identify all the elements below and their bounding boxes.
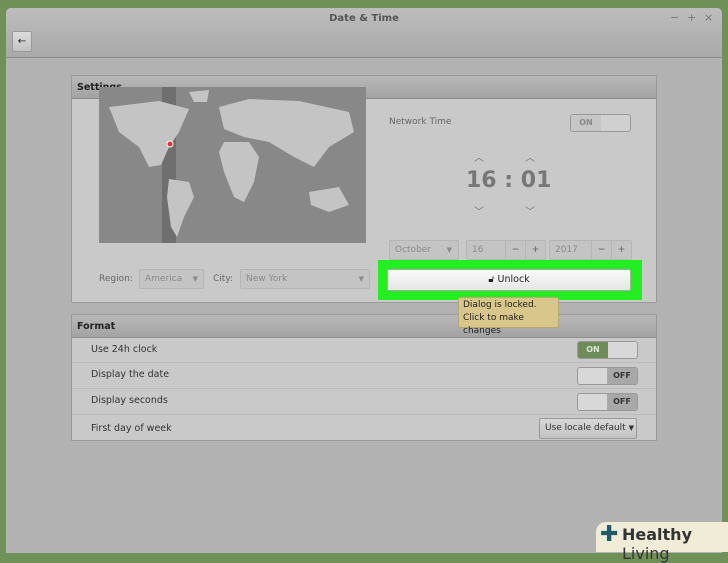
row-label: Display seconds — [91, 395, 168, 406]
toggle-state: OFF — [607, 368, 637, 384]
back-arrow-icon: ← — [17, 36, 27, 47]
chevron-down-icon: ▼ — [192, 275, 198, 283]
tooltip-line: Click to make changes — [463, 313, 524, 336]
hour-up-icon[interactable]: ︿ — [474, 149, 484, 164]
city-label: City: — [213, 274, 234, 284]
day-spinner[interactable]: 16 − + — [466, 240, 546, 260]
day-value: 16 — [472, 245, 484, 255]
year-minus-button[interactable]: − — [591, 241, 611, 259]
watermark: ✚ Healthy Living — [596, 522, 728, 563]
region-select[interactable]: America ▼ — [139, 269, 204, 289]
chevron-down-icon: ▼ — [628, 424, 634, 432]
unlock-label: Unlock — [497, 274, 530, 285]
display-date-row: Display the date OFF — [72, 362, 656, 388]
format-panel: Format Use 24h clock ON Display the date… — [71, 314, 657, 441]
location-marker-icon — [166, 140, 174, 148]
close-button[interactable]: × — [704, 11, 713, 24]
hour-value: 16 — [466, 168, 497, 193]
chevron-down-icon: ▼ — [358, 275, 364, 283]
lock-icon: 🔓︎ — [488, 274, 495, 285]
window-title: Date & Time — [329, 13, 399, 24]
minute-value: 01 — [520, 168, 552, 193]
timezone-map[interactable] — [99, 87, 366, 243]
time-separator: : — [504, 168, 514, 193]
minute-down-icon[interactable]: ﹀ — [525, 203, 535, 218]
display-seconds-row: Display seconds OFF — [72, 388, 656, 414]
toggle-state: ON — [571, 115, 601, 131]
locked-tooltip: Dialog is locked. Click to make changes — [458, 297, 559, 336]
brand-name-2: Living — [622, 544, 670, 563]
brand-name: Healthy — [622, 525, 692, 544]
region-value: America — [145, 274, 183, 284]
plus-logo-icon: ✚ — [600, 522, 619, 547]
row-label: Use 24h clock — [91, 344, 158, 355]
unlock-button[interactable]: 🔓︎ Unlock — [387, 269, 631, 291]
year-plus-button[interactable]: + — [611, 241, 631, 259]
time-display: 16 : 01 — [466, 168, 551, 193]
tooltip-line: Dialog is locked. — [463, 300, 537, 310]
use-24h-toggle[interactable]: ON — [577, 341, 638, 359]
city-select[interactable]: New York ▼ — [240, 269, 370, 289]
display-seconds-toggle[interactable]: OFF — [577, 393, 638, 411]
network-time-label: Network Time — [389, 117, 452, 127]
first-day-value: Use locale default — [545, 423, 626, 433]
row-label: Display the date — [91, 369, 170, 380]
maximize-button[interactable]: + — [687, 11, 696, 24]
city-value: New York — [246, 274, 288, 284]
date-time-window: Date & Time − + × ← Settings Region: Ame… — [6, 8, 722, 553]
day-minus-button[interactable]: − — [505, 241, 525, 259]
format-heading: Format — [72, 315, 656, 338]
year-spinner[interactable]: 2017 − + — [549, 240, 632, 260]
toggle-state: OFF — [607, 394, 637, 410]
first-day-select[interactable]: Use locale default ▼ — [539, 418, 637, 439]
unlock-highlight: 🔓︎ Unlock — [378, 260, 642, 300]
toggle-state: ON — [578, 342, 608, 358]
display-date-toggle[interactable]: OFF — [577, 367, 638, 385]
hour-down-icon[interactable]: ﹀ — [474, 203, 484, 218]
back-button[interactable]: ← — [12, 31, 32, 52]
first-day-row: First day of week Use locale default ▼ — [72, 414, 656, 441]
chevron-down-icon: ▼ — [446, 246, 452, 254]
network-time-toggle[interactable]: ON — [570, 114, 631, 132]
year-value: 2017 — [555, 245, 578, 255]
month-value: October — [395, 245, 432, 255]
row-label: First day of week — [91, 423, 172, 434]
minute-up-icon[interactable]: ︿ — [525, 149, 535, 164]
day-plus-button[interactable]: + — [525, 241, 545, 259]
minimize-button[interactable]: − — [670, 11, 679, 24]
title-bar: Date & Time − + × ← — [6, 8, 722, 58]
use-24h-row: Use 24h clock ON — [72, 338, 656, 362]
region-label: Region: — [99, 274, 133, 284]
month-select[interactable]: October ▼ — [389, 240, 459, 260]
